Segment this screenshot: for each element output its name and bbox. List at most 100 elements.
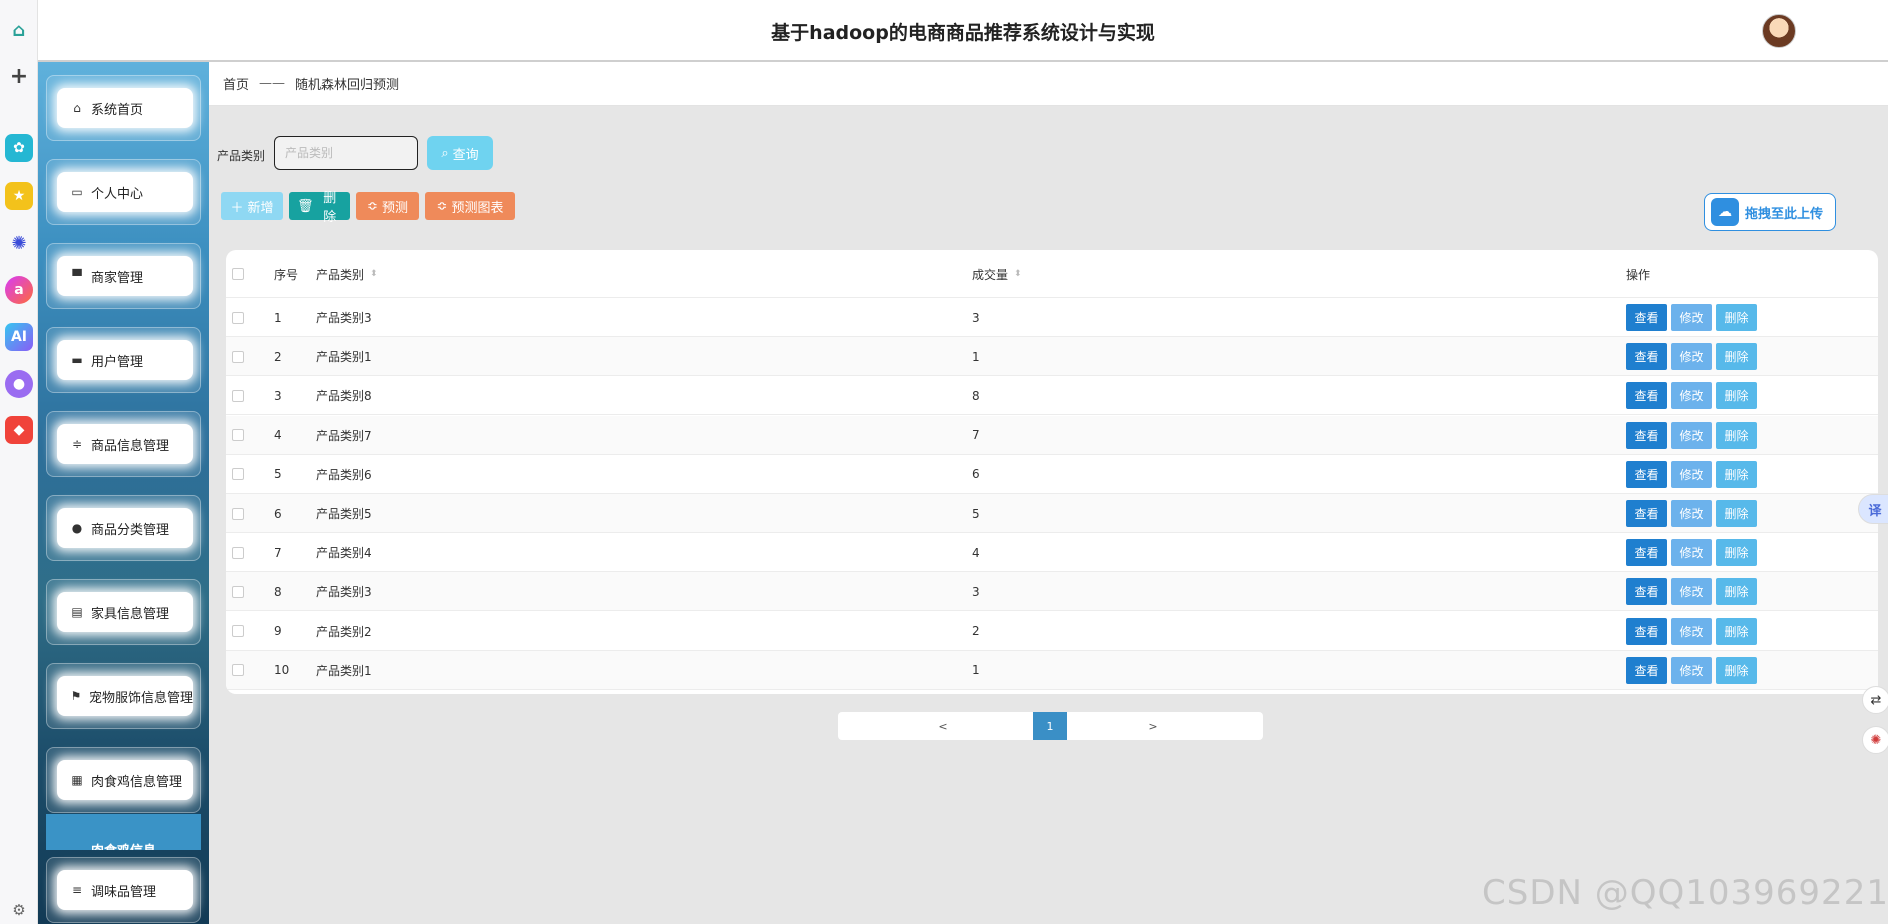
cell-category: 产品类别3 [316,311,372,325]
row-delete-button[interactable]: 删除 [1716,500,1757,527]
row-delete-button[interactable]: 删除 [1716,343,1757,371]
language-float-icon[interactable]: ⇄ [1862,686,1888,714]
row-delete-button[interactable]: 删除 [1716,617,1757,645]
row-checkbox[interactable] [232,350,244,363]
sidebar-item-home-button[interactable]: ⌂ 系统首页 [57,88,193,128]
row-delete-button[interactable]: 删除 [1716,656,1757,684]
edit-button[interactable]: 修改 [1671,578,1712,606]
edit-button[interactable]: 修改 [1671,343,1712,371]
sidebar-item-merchant[interactable]: ▀ 商家管理 [46,243,201,309]
view-button[interactable]: 查看 [1626,382,1667,410]
edit-button[interactable]: 修改 [1671,656,1712,684]
row-checkbox[interactable] [232,546,244,559]
sort-icon[interactable]: ⬍ [1014,269,1022,279]
search-input[interactable] [274,136,418,170]
sidebar-item-product-info[interactable]: ≑ 商品信息管理 [46,411,201,477]
plus-icon: ＋ [230,199,244,215]
row-checkbox[interactable] [232,585,244,598]
predict-chart-button[interactable]: ≎ 预测图表 [425,192,515,220]
bot-icon[interactable]: ● [5,370,33,398]
sidebar-item-pet-apparel-button[interactable]: ⚑ 宠物服饰信息管理 [57,676,193,716]
view-button[interactable]: 查看 [1626,617,1667,645]
row-delete-button[interactable]: 删除 [1716,539,1757,567]
edit-button[interactable]: 修改 [1671,617,1712,645]
view-button[interactable]: 查看 [1626,460,1667,488]
ai-icon[interactable]: AI [5,323,33,351]
game-icon[interactable]: ◆ [5,416,33,444]
sidebar-item-seasoning[interactable]: ≡ 调味品管理 [46,857,201,923]
sidebar-subitem-active[interactable]: 肉食鸡信息 [46,814,201,850]
sidebar-item-furniture-button[interactable]: ▤ 家具信息管理 [57,592,193,632]
view-button[interactable]: 查看 [1626,421,1667,449]
sidebar-item-user[interactable]: ▬ 用户管理 [46,327,201,393]
row-checkbox[interactable] [232,507,244,520]
row-delete-button[interactable]: 删除 [1716,578,1757,606]
edit-button[interactable]: 修改 [1671,382,1712,410]
edit-button[interactable]: 修改 [1671,304,1712,331]
sidebar-item-seasoning-button[interactable]: ≡ 调味品管理 [57,870,193,910]
row-checkbox[interactable] [232,625,244,638]
next-page-button[interactable]: > [1138,712,1168,740]
row-delete-button[interactable]: 删除 [1716,421,1757,449]
app-cyan-icon[interactable]: ✿ [5,134,33,162]
row-checkbox[interactable] [232,311,244,324]
add-icon[interactable]: + [5,62,33,90]
add-button[interactable]: ＋新增 [221,192,283,220]
sidebar-item-personal[interactable]: ▭ 个人中心 [46,159,201,225]
row-delete-button[interactable]: 删除 [1716,304,1757,331]
sort-icon[interactable]: ⬍ [370,269,378,279]
row-checkbox[interactable] [232,468,244,481]
row-checkbox[interactable] [232,429,244,442]
view-button[interactable]: 查看 [1626,539,1667,567]
sidebar-item-product-category-button[interactable]: ● 商品分类管理 [57,508,193,548]
network-float-icon[interactable]: ✺ [1862,726,1888,754]
layers-icon: ≎ [436,198,448,213]
sidebar-item-broiler-button[interactable]: ▦ 肉食鸡信息管理 [57,760,193,800]
breadcrumb-home[interactable]: 首页 [223,74,249,93]
network-icon[interactable]: ✺ [5,229,33,257]
view-button[interactable]: 查看 [1626,500,1667,527]
translate-float-button[interactable]: 译 [1858,494,1888,524]
home-icon[interactable]: ⌂ [5,16,33,44]
search-button[interactable]: ⌕ 查询 [427,136,493,170]
cell-category: 产品类别1 [316,663,372,678]
settings-icon[interactable]: ⚙ [5,896,33,924]
predict-button[interactable]: ≎ 预测 [356,192,419,220]
sidebar-item-home[interactable]: ⌂ 系统首页 [46,75,201,141]
edit-button[interactable]: 修改 [1671,500,1712,527]
row-delete-button[interactable]: 删除 [1716,382,1757,410]
sidebar-item-product-category[interactable]: ● 商品分类管理 [46,495,201,561]
sidebar-item-user-button[interactable]: ▬ 用户管理 [57,340,193,380]
avatar[interactable] [1762,14,1796,48]
sidebar-item-personal-button[interactable]: ▭ 个人中心 [57,172,193,212]
sidebar-item-pet-apparel[interactable]: ⚑ 宠物服饰信息管理 [46,663,201,729]
star-icon[interactable]: ★ [5,182,33,210]
sidebar-item-label: 调味品管理 [91,884,157,900]
sidebar-item-broiler[interactable]: ▦ 肉食鸡信息管理 [46,747,201,813]
ai-assistant-icon[interactable]: a [5,276,33,304]
row-checkbox[interactable] [232,389,244,402]
view-button[interactable]: 查看 [1626,304,1667,331]
view-button[interactable]: 查看 [1626,578,1667,606]
view-button[interactable]: 查看 [1626,656,1667,684]
row-checkbox[interactable] [232,664,244,677]
column-header-category-label: 产品类别 [316,267,365,282]
sidebar-item-product-info-button[interactable]: ≑ 商品信息管理 [57,424,193,464]
select-all-checkbox[interactable] [232,268,244,280]
edit-button[interactable]: 修改 [1671,539,1712,567]
upload-dropzone[interactable]: ☁ 拖拽至此上传 [1704,193,1836,231]
table-row: 7 产品类别4 4 查看 修改 删除 [226,533,1878,573]
table-header-row: 序号 产品类别 ⬍ 成交量 ⬍ 操作 [226,250,1878,298]
column-header-volume[interactable]: 成交量 ⬍ [972,250,1022,298]
delete-button[interactable]: 🗑 删除 [289,190,350,224]
sidebar-item-merchant-button[interactable]: ▀ 商家管理 [57,256,193,296]
cell-volume: 3 [972,584,980,599]
page-number-current[interactable]: 1 [1033,712,1067,740]
row-delete-button[interactable]: 删除 [1716,460,1757,488]
column-header-category[interactable]: 产品类别 ⬍ [316,250,378,298]
view-button[interactable]: 查看 [1626,343,1667,371]
sidebar-item-furniture[interactable]: ▤ 家具信息管理 [46,579,201,645]
prev-page-button[interactable]: < [928,712,958,740]
edit-button[interactable]: 修改 [1671,460,1712,488]
edit-button[interactable]: 修改 [1671,421,1712,449]
